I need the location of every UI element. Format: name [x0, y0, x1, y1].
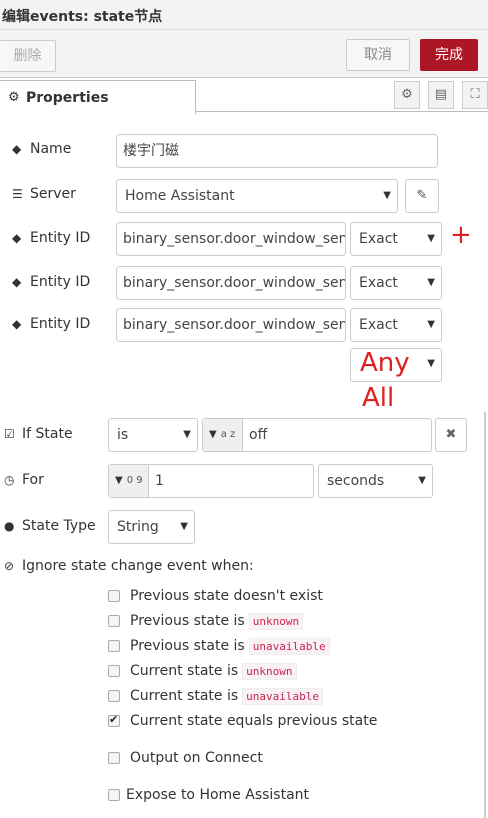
annotation-all: All: [362, 383, 395, 413]
chevron-down-icon: ▼: [183, 429, 191, 440]
drop-icon: ●: [4, 519, 15, 533]
close-icon: ✖: [445, 427, 457, 442]
server-select[interactable]: Home Assistant ▼: [116, 179, 398, 213]
tag-icon: ◆: [12, 275, 22, 289]
expose-label: Expose to Home Assistant: [126, 787, 310, 803]
title-bar: 编辑events: state节点: [0, 0, 488, 30]
chevron-down-icon: ▼: [427, 233, 435, 244]
tab-description-document-icon[interactable]: ▤: [428, 81, 454, 109]
window-title: 编辑events: state节点: [2, 9, 163, 25]
server-label: ☰ Server: [12, 186, 76, 202]
ban-icon: ⊘: [4, 559, 15, 573]
entity-match-value-3: Exact: [359, 317, 398, 333]
ignore-prev-unknown-checkbox[interactable]: [108, 615, 120, 627]
entity-match-select-3[interactable]: Exact ▼: [350, 308, 442, 342]
ignore-curr-unavailable-checkbox[interactable]: [108, 690, 120, 702]
state-type-select[interactable]: String ▼: [108, 510, 195, 544]
ignore-label: ⊘ Ignore state change event when:: [4, 558, 254, 574]
clock-icon: ◷: [4, 473, 15, 487]
entity-match-value-1: Exact: [359, 231, 398, 247]
if-state-label: ☑ If State: [4, 426, 73, 442]
server-icon: ☰: [12, 187, 23, 201]
toolbar: [0, 30, 488, 78]
ignore-option-label: Current state is unavailable: [130, 688, 323, 705]
tab-bar: ⚙ Properties ⚙ ▤ ⛶: [0, 78, 488, 114]
entity-id-input-3[interactable]: binary_sensor.door_window_sensor: [116, 308, 346, 342]
delete-button[interactable]: 删除: [0, 40, 56, 72]
for-unit-select[interactable]: seconds ▼: [318, 464, 433, 498]
tag-icon: ◆: [12, 317, 22, 331]
tab-properties-label: Properties: [26, 90, 109, 106]
state-type-value: String: [117, 519, 159, 535]
ignore-curr-unknown-checkbox[interactable]: [108, 665, 120, 677]
if-state-value: off: [249, 427, 268, 443]
ignore-prev-unavailable-checkbox[interactable]: [108, 640, 120, 652]
tag-icon: ◆: [12, 231, 22, 245]
done-button[interactable]: 完成: [420, 39, 478, 71]
entity-id-input-2[interactable]: binary_sensor.door_window_sensor: [116, 266, 346, 300]
for-label: ◷ For: [4, 472, 44, 488]
for-type-selector[interactable]: ▼ 0 9: [109, 465, 149, 497]
for-unit-value: seconds: [327, 473, 385, 489]
state-code: unknown: [242, 663, 297, 680]
check-icon: ☑: [4, 427, 15, 441]
ignore-option-label: Current state is unknown: [130, 663, 297, 680]
ignore-option-label: Previous state is unknown: [130, 613, 304, 630]
entity-id-input-1[interactable]: binary_sensor.door_window_sensor: [116, 222, 346, 256]
tab-divider: [196, 111, 488, 112]
state-type-label: ● State Type: [4, 518, 96, 534]
chevron-down-icon: ▼: [383, 190, 391, 201]
entity-id-label-3: ◆ Entity ID: [12, 316, 91, 332]
annotation-any: Any: [360, 348, 410, 378]
output-on-connect-checkbox[interactable]: [108, 752, 120, 764]
state-code: unavailable: [248, 638, 330, 655]
tab-settings-gear-icon[interactable]: ⚙: [394, 81, 420, 109]
output-on-connect-label: Output on Connect: [130, 750, 263, 766]
ignore-option-label: Current state equals previous state: [130, 713, 378, 729]
chevron-down-icon: ▼: [427, 319, 435, 330]
chevron-down-icon: ▼: [427, 358, 435, 369]
if-state-value-input[interactable]: ▼ a z off: [202, 418, 432, 452]
server-select-value: Home Assistant: [125, 188, 235, 204]
entity-match-value-2: Exact: [359, 275, 398, 291]
annotation-plus: +: [450, 220, 472, 250]
edit-server-button[interactable]: ✎: [405, 179, 439, 213]
chevron-down-icon: ▼: [180, 521, 188, 532]
entity-match-select-2[interactable]: Exact ▼: [350, 266, 442, 300]
name-input[interactable]: 楼宇门磁: [116, 134, 438, 168]
number-type-icon: 0 9: [126, 475, 143, 486]
chevron-down-icon: ▼: [427, 277, 435, 288]
name-label: ◆ Name: [12, 141, 72, 157]
gear-icon: ⚙: [8, 90, 20, 105]
for-value-input[interactable]: ▼ 0 9 1: [108, 464, 314, 498]
pencil-icon: ✎: [416, 188, 428, 203]
cancel-button[interactable]: 取消: [346, 39, 410, 71]
state-code: unknown: [248, 613, 304, 630]
panel-scroll-edge: [484, 412, 486, 818]
if-state-operator-select[interactable]: is ▼: [108, 418, 198, 452]
entity-id-label-1: ◆ Entity ID: [12, 230, 91, 246]
if-state-operator-value: is: [117, 427, 129, 443]
tag-icon: ◆: [12, 142, 22, 156]
entity-match-select-1[interactable]: Exact ▼: [350, 222, 442, 256]
clear-if-state-button[interactable]: ✖: [435, 418, 467, 452]
entity-id-label-2: ◆ Entity ID: [12, 274, 91, 290]
tab-appearance-frame-icon[interactable]: ⛶: [462, 81, 488, 109]
ignore-option-label: Previous state is unavailable: [130, 638, 330, 655]
ignore-curr-equals-prev-checkbox[interactable]: [108, 713, 120, 727]
expose-checkbox[interactable]: [108, 789, 120, 801]
chevron-down-icon: ▼: [418, 475, 426, 486]
state-code: unavailable: [242, 688, 323, 705]
tab-properties[interactable]: ⚙ Properties: [0, 80, 196, 114]
for-value: 1: [155, 473, 164, 489]
ignore-option-label: Previous state doesn't exist: [130, 588, 323, 604]
ignore-prev-not-exist-checkbox[interactable]: [108, 590, 120, 602]
if-state-type-selector[interactable]: ▼ a z: [203, 419, 243, 451]
string-type-icon: a z: [220, 429, 236, 440]
